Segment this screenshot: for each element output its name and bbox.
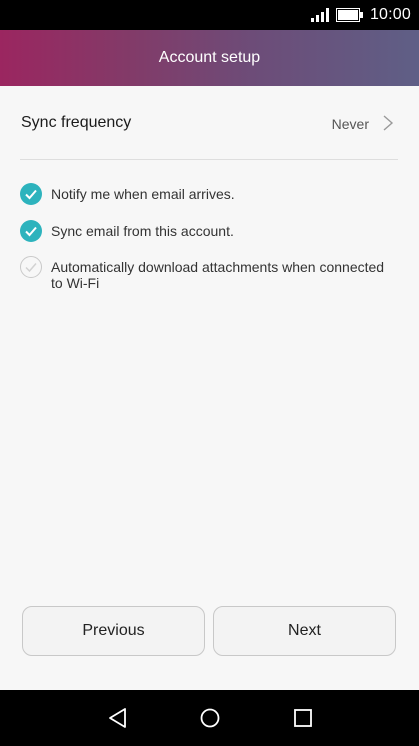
auto-download-option[interactable]: Automatically download attachments when … bbox=[20, 256, 396, 291]
status-bar: 10:00 bbox=[0, 0, 419, 30]
status-icons: 10:00 bbox=[310, 0, 411, 30]
notify-email-option[interactable]: Notify me when email arrives. bbox=[20, 183, 396, 205]
sync-email-label: Sync email from this account. bbox=[51, 223, 234, 239]
sync-frequency-value: Never bbox=[331, 116, 369, 132]
sync-frequency-label: Sync frequency bbox=[21, 114, 132, 131]
sync-frequency-row[interactable]: Sync frequency Never bbox=[0, 86, 419, 160]
sync-email-option[interactable]: Sync email from this account. bbox=[20, 220, 396, 242]
notify-email-label: Notify me when email arrives. bbox=[51, 186, 235, 202]
checkbox-checked-icon[interactable] bbox=[20, 220, 42, 242]
app-header: Account setup bbox=[0, 30, 419, 86]
auto-download-label: Automatically download attachments when … bbox=[51, 259, 385, 291]
page-title: Account setup bbox=[158, 49, 261, 66]
back-icon[interactable] bbox=[106, 706, 130, 730]
settings-content: Sync frequency Never Notify me when emai… bbox=[0, 86, 419, 690]
chevron-right-icon bbox=[383, 115, 394, 131]
next-button[interactable]: Next bbox=[213, 606, 396, 656]
battery-icon bbox=[335, 8, 363, 22]
previous-button[interactable]: Previous bbox=[22, 606, 205, 656]
signal-icon bbox=[310, 8, 329, 22]
recents-icon[interactable] bbox=[291, 706, 315, 730]
navigation-bar bbox=[0, 690, 419, 746]
checkbox-unchecked-icon[interactable] bbox=[20, 256, 42, 278]
checkbox-checked-icon[interactable] bbox=[20, 183, 42, 205]
divider bbox=[20, 159, 398, 160]
status-time: 10:00 bbox=[369, 6, 411, 23]
home-icon[interactable] bbox=[198, 706, 222, 730]
